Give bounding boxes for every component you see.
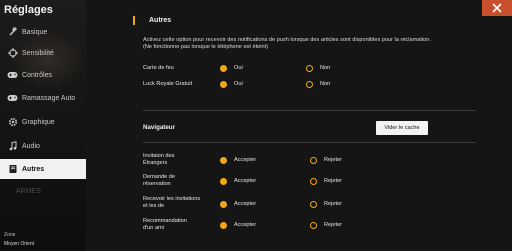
sidebar-item-graphique[interactable]: Graphique xyxy=(0,112,86,132)
section-title: Autres xyxy=(149,17,172,24)
sidebar-item-label: Sensibilité xyxy=(22,49,54,57)
settings-icon xyxy=(7,117,18,127)
close-button[interactable] xyxy=(482,0,512,16)
radio-reject-label: Rejeter xyxy=(324,157,343,163)
radio-accept-selected[interactable] xyxy=(220,178,227,185)
sidebar-item-label: Autres xyxy=(22,165,45,173)
clear-cache-button[interactable]: Vider le cache xyxy=(376,121,428,135)
push-row-label: Luck Royale Gratuit xyxy=(143,81,193,87)
radio-reject[interactable] xyxy=(310,178,317,185)
sidebar-item-controles[interactable]: Contrôles xyxy=(0,65,86,85)
browser-section-title: Navigateur xyxy=(143,124,175,131)
radio-reject-label: Rejeter xyxy=(324,178,343,184)
invite-row-label: Demande de réservation xyxy=(143,174,176,187)
sidebar-item-label: Audio xyxy=(22,142,40,150)
zone-value: Moyen Orient xyxy=(4,241,35,247)
invite-row-label: Recevoir les invitations et les de xyxy=(143,196,201,209)
radio-accept-label: Accepter xyxy=(234,178,257,184)
sidebar-item-label: Basique xyxy=(22,28,48,36)
push-row-label: Carte de feu xyxy=(143,65,174,71)
invite-row-label: Invitaion des Étrangers xyxy=(143,153,175,166)
zone-label: Zone xyxy=(4,232,16,238)
radio-reject-label: Rejeter xyxy=(324,201,343,207)
radio-yes-label: Oui xyxy=(234,81,243,87)
radio-yes-selected[interactable] xyxy=(220,65,227,72)
music-note-icon xyxy=(7,141,18,151)
settings-sidebar: Réglages Basique Sensibilité Contrôles R… xyxy=(0,0,86,251)
section-accent-bar xyxy=(133,16,135,25)
radio-accept-selected[interactable] xyxy=(220,157,227,164)
sidebar-item-label: Ramassage Auto xyxy=(22,94,76,102)
sidebar-item-basique[interactable]: Basique xyxy=(0,22,86,42)
section-divider xyxy=(143,142,476,143)
radio-accept-label: Accepter xyxy=(234,222,257,228)
radio-accept-selected[interactable] xyxy=(220,222,227,229)
sidebar-item-audio[interactable]: Audio xyxy=(0,136,86,156)
radio-no-label: Non xyxy=(320,81,331,87)
sidebar-item-ramassage-auto[interactable]: Ramassage Auto xyxy=(0,88,86,108)
radio-no[interactable] xyxy=(306,65,313,72)
book-icon xyxy=(7,164,18,174)
wrench-icon xyxy=(7,27,18,37)
radio-no-label: Non xyxy=(320,65,331,71)
crosshair-icon xyxy=(7,48,18,58)
section-divider xyxy=(143,110,476,111)
sidebar-item-label: Graphique xyxy=(22,118,55,126)
radio-reject[interactable] xyxy=(310,201,317,208)
radio-no[interactable] xyxy=(306,81,313,88)
push-description: Activez cette option pour recevoir des n… xyxy=(143,37,431,51)
gamepad-icon xyxy=(7,93,18,103)
sidebar-item-label: Contrôles xyxy=(22,71,52,79)
radio-yes-label: Oui xyxy=(234,65,243,71)
radio-reject[interactable] xyxy=(310,157,317,164)
gamepad-icon xyxy=(7,70,18,80)
sidebar-faded-label: ARMES xyxy=(16,188,41,195)
close-icon xyxy=(492,3,502,13)
radio-reject[interactable] xyxy=(310,222,317,229)
invite-row-label: Recommandation d'un ami xyxy=(143,218,187,231)
settings-title: Réglages xyxy=(4,4,53,16)
radio-accept-label: Accepter xyxy=(234,201,257,207)
radio-reject-label: Rejeter xyxy=(324,222,343,228)
sidebar-item-autres[interactable]: Autres xyxy=(0,159,86,179)
radio-yes-selected[interactable] xyxy=(220,81,227,88)
settings-content-panel: Autres Activez cette option pour recevoi… xyxy=(86,0,512,251)
sidebar-item-sensibilite[interactable]: Sensibilité xyxy=(0,43,86,63)
radio-accept-label: Accepter xyxy=(234,157,257,163)
radio-accept-selected[interactable] xyxy=(220,201,227,208)
